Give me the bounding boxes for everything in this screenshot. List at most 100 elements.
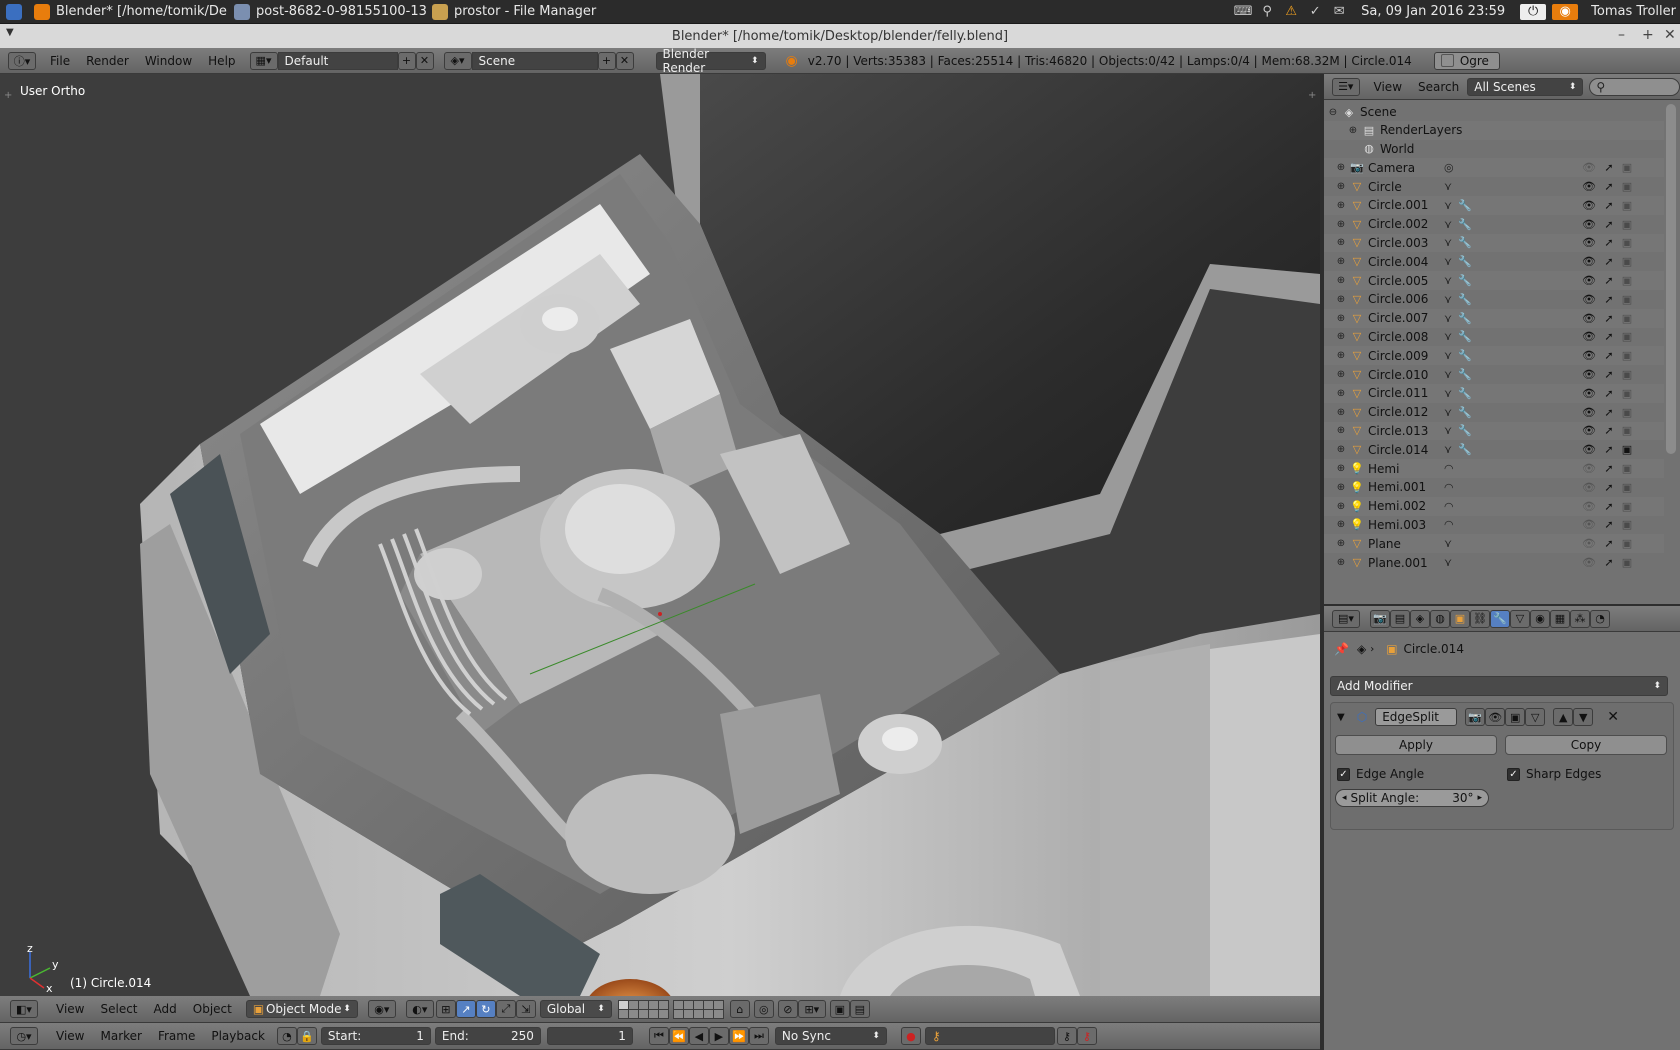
expand-icon[interactable]: ⊕ bbox=[1336, 331, 1346, 342]
selectable-cursor-icon[interactable]: ➚ bbox=[1602, 387, 1616, 400]
object-data-icon[interactable]: ◠ bbox=[1444, 462, 1454, 475]
modifier-wrench-icon[interactable]: 🔧 bbox=[1458, 255, 1472, 268]
modifier-wrench-icon[interactable]: 🔧 bbox=[1458, 274, 1472, 287]
expand-icon[interactable]: ⊕ bbox=[1336, 313, 1346, 324]
expand-icon[interactable]: ⊕ bbox=[1336, 444, 1346, 455]
display-mode-select[interactable]: All Scenes ⬍ bbox=[1467, 77, 1584, 96]
expand-icon[interactable]: ⊕ bbox=[1336, 482, 1346, 493]
proportional-edit-icon[interactable]: ◎ bbox=[753, 1000, 774, 1018]
scene-field[interactable]: Scene bbox=[471, 51, 598, 70]
visibility-eye-icon[interactable]: 👁 bbox=[1582, 255, 1596, 268]
outliner-row[interactable]: ⊕ 📷 Camera ◎ 👁 ➚ ▣ bbox=[1324, 158, 1664, 178]
renderable-camera-icon[interactable]: ▣ bbox=[1620, 199, 1634, 212]
mesh-data-icon[interactable]: ⋎ bbox=[1444, 537, 1452, 550]
layout-field[interactable]: Default bbox=[277, 51, 398, 70]
viewport-shading-icon[interactable]: ◉▾ bbox=[367, 1000, 396, 1018]
selectable-cursor-icon[interactable]: ➚ bbox=[1602, 500, 1616, 513]
mesh-data-icon[interactable]: ⋎ bbox=[1444, 199, 1452, 212]
record-icon[interactable]: ● bbox=[900, 1027, 921, 1045]
renderable-camera-icon[interactable]: ▣ bbox=[1620, 368, 1634, 381]
mesh-data-icon[interactable]: ⋎ bbox=[1444, 293, 1452, 306]
current-frame-field[interactable]: 1 bbox=[546, 1027, 633, 1045]
object-data-icon[interactable]: ◠ bbox=[1444, 481, 1454, 494]
copy-button[interactable]: Copy bbox=[1505, 735, 1667, 755]
3d-viewport[interactable]: User Ortho (1) Circle.014 z y x + + bbox=[0, 74, 1320, 996]
expand-icon[interactable]: ⊕ bbox=[1336, 219, 1346, 230]
keying-set-field[interactable]: ⚷ bbox=[924, 1027, 1055, 1045]
sync-select[interactable]: No Sync ⬍ bbox=[774, 1027, 887, 1045]
selectable-cursor-icon[interactable]: ➚ bbox=[1602, 312, 1616, 325]
remove-scene-icon[interactable]: ✕ bbox=[615, 51, 634, 70]
renderable-camera-icon[interactable]: ▣ bbox=[1620, 387, 1634, 400]
jump-start-icon[interactable]: ⏮ bbox=[648, 1027, 669, 1045]
info-menu-help[interactable]: Help bbox=[200, 54, 243, 68]
selectable-cursor-icon[interactable]: ➚ bbox=[1602, 462, 1616, 475]
outliner-row[interactable]: ⊕ 💡 Hemi.003 ◠ 👁 ➚ ▣ bbox=[1324, 515, 1664, 535]
edge-angle-toggle[interactable]: ✓ Edge Angle bbox=[1337, 767, 1507, 781]
render-layers-tab-icon[interactable]: ▤ bbox=[1390, 609, 1410, 628]
selectable-cursor-icon[interactable]: ➚ bbox=[1602, 218, 1616, 231]
renderable-camera-icon[interactable]: ▣ bbox=[1620, 274, 1634, 287]
renderable-camera-icon[interactable]: ▣ bbox=[1620, 255, 1634, 268]
renderable-camera-icon[interactable]: ▣ bbox=[1620, 161, 1634, 174]
expand-icon[interactable]: ⊕ bbox=[1336, 519, 1346, 530]
selectable-cursor-icon[interactable]: ➚ bbox=[1602, 556, 1616, 569]
search-icon[interactable]: ⚲ bbox=[1258, 4, 1276, 20]
outliner-search-menu[interactable]: Search bbox=[1410, 80, 1467, 94]
visibility-eye-icon[interactable]: 👁 bbox=[1582, 462, 1596, 475]
object-data-icon[interactable]: ◎ bbox=[1444, 161, 1454, 174]
expand-icon[interactable]: ⊕ bbox=[1336, 425, 1346, 436]
visibility-eye-icon[interactable]: 👁 bbox=[1582, 368, 1596, 381]
editor-type-3d-icon[interactable]: ◧▾ bbox=[10, 1000, 38, 1018]
ogre-checkbox[interactable] bbox=[1440, 54, 1454, 67]
increment-icon[interactable]: ▸ bbox=[1477, 793, 1482, 803]
cage-toggle-icon[interactable]: ▽ bbox=[1525, 708, 1546, 726]
modifier-wrench-icon[interactable]: 🔧 bbox=[1458, 199, 1472, 212]
render-tab-icon[interactable]: 📷 bbox=[1370, 609, 1390, 628]
outliner-row[interactable]: ⊕ ▽ Circle.006 ⋎ 🔧 👁 ➚ ▣ bbox=[1324, 290, 1664, 309]
preview-range-icon[interactable]: ◔ bbox=[276, 1027, 297, 1045]
expand-icon[interactable]: ⊕ bbox=[1336, 200, 1346, 211]
outliner-search-input[interactable]: ⚲ bbox=[1589, 77, 1680, 96]
translate-manipulator-icon[interactable]: ↗ bbox=[455, 1000, 476, 1018]
lock-range-icon[interactable]: 🔒 bbox=[296, 1027, 317, 1045]
rotate-manipulator-icon[interactable]: ↻ bbox=[475, 1000, 496, 1018]
taskbar-task[interactable]: post-8682-0-98155100-133... bbox=[228, 0, 426, 24]
visibility-eye-icon[interactable]: 👁 bbox=[1582, 349, 1596, 362]
outliner-row[interactable]: ⊕ 💡 Hemi ◠ 👁 ➚ ▣ bbox=[1324, 459, 1664, 478]
maximize-icon[interactable]: + bbox=[1642, 27, 1654, 43]
add-layout-icon[interactable]: + bbox=[397, 51, 416, 70]
modifier-wrench-icon[interactable]: 🔧 bbox=[1458, 236, 1472, 249]
object-data-icon[interactable]: ◠ bbox=[1444, 518, 1454, 531]
texture-tab-icon[interactable]: ▦ bbox=[1550, 609, 1570, 628]
particles-tab-icon[interactable]: ⁂ bbox=[1570, 609, 1590, 628]
manipulator-icon[interactable]: ⊞ bbox=[435, 1000, 456, 1018]
expand-icon[interactable]: ⊕ bbox=[1336, 369, 1346, 380]
outliner-row[interactable]: ⊕ ▤ RenderLayers bbox=[1324, 120, 1664, 140]
tools-icon[interactable]: ✓ bbox=[1306, 4, 1324, 20]
visibility-eye-icon[interactable]: 👁 bbox=[1582, 500, 1596, 513]
selectable-cursor-icon[interactable]: ➚ bbox=[1602, 443, 1616, 456]
play-reverse-icon[interactable]: ◀ bbox=[688, 1027, 709, 1045]
remove-layout-icon[interactable]: ✕ bbox=[415, 51, 434, 70]
remove-modifier-icon[interactable]: ✕ bbox=[1607, 709, 1619, 725]
pivot-point-icon[interactable]: ◐▾ bbox=[405, 1000, 434, 1018]
outliner-view-menu[interactable]: View bbox=[1366, 80, 1410, 94]
mesh-data-icon[interactable]: ⋎ bbox=[1444, 443, 1452, 456]
pin-icon[interactable]: 📌 bbox=[1334, 642, 1349, 656]
collapse-icon[interactable]: ⊖ bbox=[1328, 107, 1338, 118]
move-down-icon[interactable]: ▼ bbox=[1573, 708, 1594, 726]
view3d-menu-view[interactable]: View bbox=[48, 1002, 92, 1016]
screen-layout-icon[interactable]: ▦▾ bbox=[249, 51, 278, 70]
expand-icon[interactable]: ⊕ bbox=[1336, 463, 1346, 474]
expand-icon[interactable]: ⊕ bbox=[1336, 557, 1346, 568]
warning-icon[interactable]: ⚠ bbox=[1282, 4, 1300, 20]
material-tab-icon[interactable]: ◉ bbox=[1530, 609, 1550, 628]
expand-icon[interactable]: ⊕ bbox=[1336, 294, 1346, 305]
area-divider[interactable] bbox=[1324, 604, 1680, 606]
renderable-camera-icon[interactable]: ▣ bbox=[1620, 443, 1634, 456]
snap-element-icon[interactable]: ⊞▾ bbox=[797, 1000, 826, 1018]
outliner-scrollbar[interactable] bbox=[1666, 104, 1676, 454]
jump-keyframe-back-icon[interactable]: ⏪ bbox=[668, 1027, 689, 1045]
outliner-row[interactable]: ⊕ ▽ Circle.003 ⋎ 🔧 👁 ➚ ▣ bbox=[1324, 233, 1664, 253]
